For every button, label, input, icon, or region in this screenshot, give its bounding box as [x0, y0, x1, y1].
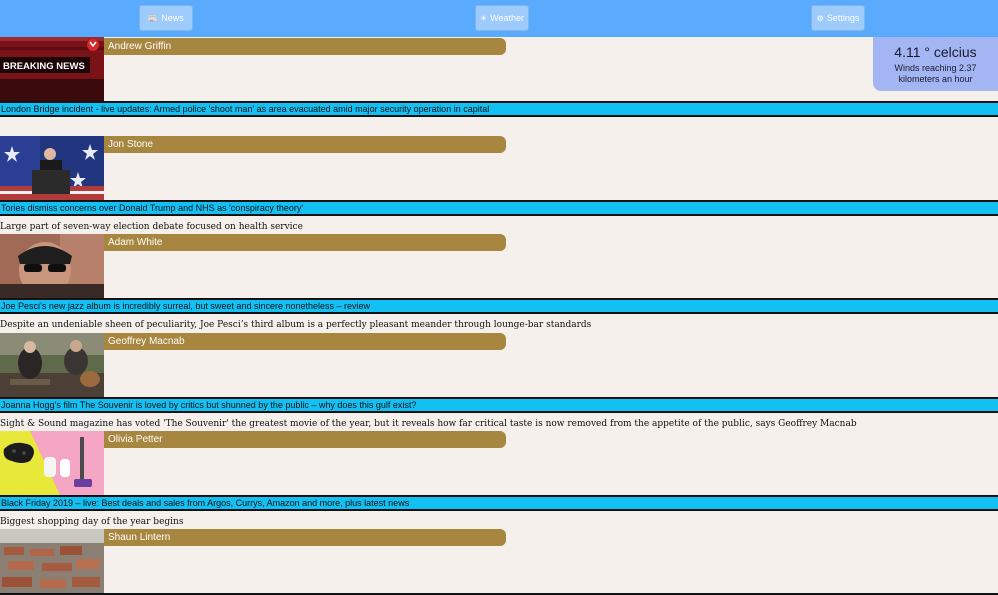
- author-bar: Jon Stone: [104, 136, 506, 153]
- article-subtitle: Biggest shopping day of the year begins: [0, 517, 184, 527]
- breaking-news-image: BREAKING NEWS: [0, 37, 104, 101]
- gadgets-deals-image: [0, 431, 104, 495]
- film-still-picnic-image: [0, 333, 104, 397]
- settings-button[interactable]: ⚙ Settings: [811, 5, 865, 31]
- news-button-label: News: [161, 13, 184, 23]
- news-button[interactable]: 📰 News: [139, 5, 193, 31]
- article-subtitle: Large part of seven-way election debate …: [0, 222, 303, 232]
- author-bar: Shaun Lintern: [104, 529, 506, 546]
- article-thumbnail[interactable]: [0, 333, 104, 397]
- article-headline[interactable]: Black Friday 2019 – live: Best deals and…: [0, 495, 998, 511]
- author-bar: Adam White: [104, 234, 506, 251]
- author-bar: Geoffrey Macnab: [104, 333, 506, 350]
- article-headline[interactable]: Joanna Hogg’s film The Souvenir is loved…: [0, 397, 998, 413]
- politician-podium-image: [0, 136, 104, 200]
- weather-button-label: Weather: [490, 13, 525, 23]
- weather-button[interactable]: ☀ Weather: [475, 5, 529, 31]
- article-headline[interactable]: Joe Pesci’s new jazz album is incredibly…: [0, 298, 998, 314]
- settings-button-label: Settings: [826, 13, 860, 23]
- article-subtitle: Sight & Sound magazine has voted 'The So…: [0, 419, 857, 429]
- top-nav-bar: 📰 News ☀ Weather ⚙ Settings: [0, 0, 998, 37]
- newspaper-icon: 📰: [148, 13, 159, 23]
- temperature-readout: 4.11 ° celcius: [894, 44, 977, 60]
- article-thumbnail[interactable]: [0, 234, 104, 298]
- thumb-breaking-text: BREAKING NEWS: [3, 61, 85, 72]
- article-thumbnail[interactable]: [0, 431, 104, 495]
- weather-card: 4.11 ° celcius Winds reaching 2.37 kilom…: [873, 37, 998, 91]
- article-headline[interactable]: Tories dismiss concerns over Donald Trum…: [0, 200, 998, 216]
- article-thumbnail[interactable]: [0, 136, 104, 200]
- article-thumbnail[interactable]: [0, 529, 104, 593]
- wind-readout: Winds reaching 2.37 kilometers an hour: [894, 63, 977, 84]
- article-thumbnail[interactable]: BREAKING NEWS: [0, 37, 104, 101]
- sun-icon: ☀: [479, 13, 488, 23]
- aerial-town-image: [0, 529, 104, 593]
- gear-icon: ⚙: [816, 13, 824, 23]
- author-bar: Olivia Petter: [104, 431, 506, 448]
- article-headline[interactable]: London Bridge incident - live updates: A…: [0, 101, 998, 117]
- author-bar: Andrew Griffin: [104, 38, 506, 55]
- article-subtitle: Despite an undeniable sheen of peculiari…: [0, 320, 592, 330]
- portrait-image: [0, 234, 104, 298]
